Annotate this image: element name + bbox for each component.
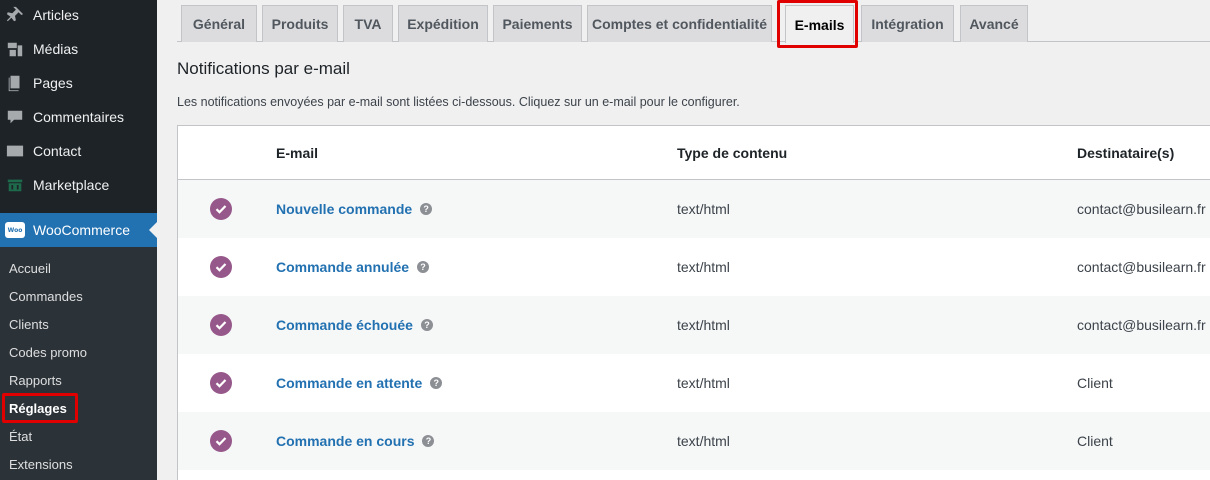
tab-produits[interactable]: Produits [262, 5, 338, 42]
menu-label: Contact [33, 143, 82, 159]
submenu-item-codes-promo[interactable]: Codes promo [9, 345, 87, 360]
media-icon [5, 39, 25, 59]
menu-item-marketplace[interactable]: Marketplace [0, 168, 157, 202]
submenu-item-extensions[interactable]: Extensions [9, 457, 73, 472]
content-type-cell: text/html [677, 201, 730, 217]
marketplace-icon [5, 175, 25, 195]
submenu-item-etat[interactable]: État [9, 429, 32, 444]
page-description: Les notifications envoyées par e-mail so… [177, 95, 740, 109]
content-type-cell: text/html [677, 317, 730, 333]
email-link[interactable]: Commande en cours? [276, 433, 435, 449]
table-header: E-mail Type de contenu Destinataire(s) [178, 126, 1210, 180]
page-title: Notifications par e-mail [177, 59, 350, 78]
submenu-item-clients[interactable]: Clients [9, 317, 49, 332]
menu-item-medias[interactable]: Médias [0, 32, 157, 66]
enabled-check-icon [210, 430, 232, 452]
table-row[interactable]: Nouvelle commande? text/html contact@bus… [178, 180, 1210, 238]
column-header-email: E-mail [276, 145, 319, 161]
recipient-cell: contact@busilearn.fr [1077, 201, 1206, 217]
recipient-cell: contact@busilearn.fr [1077, 317, 1206, 333]
woocommerce-submenu: Accueil Commandes Clients Codes promo Ra… [0, 247, 157, 480]
submenu-item-accueil[interactable]: Accueil [9, 261, 51, 276]
submenu-item-commandes[interactable]: Commandes [9, 289, 83, 304]
column-header-content-type: Type de contenu [677, 145, 788, 161]
menu-label: Commentaires [33, 109, 125, 125]
menu-label: WooCommerce [33, 222, 130, 238]
recipient-cell: contact@busilearn.fr [1077, 259, 1206, 275]
menu-item-articles[interactable]: Articles [0, 0, 157, 32]
table-row[interactable]: Commande en cours? text/html Client [178, 412, 1210, 470]
mail-icon [5, 141, 25, 161]
help-icon[interactable]: ? [420, 203, 433, 215]
recipient-cell: Client [1077, 375, 1113, 391]
pages-icon [5, 73, 25, 93]
enabled-check-icon [210, 198, 232, 220]
content-type-cell: text/html [677, 375, 730, 391]
table-row[interactable]: Commande annulée? text/html contact@busi… [178, 238, 1210, 296]
email-notifications-table: E-mail Type de contenu Destinataire(s) N… [177, 125, 1210, 480]
help-icon[interactable]: ? [417, 261, 430, 273]
menu-label: Médias [33, 41, 79, 57]
email-link[interactable]: Commande échouée? [276, 317, 433, 333]
pin-icon [5, 5, 25, 25]
comment-icon [5, 107, 25, 127]
woocommerce-icon: Woo [5, 222, 25, 238]
tab-paiements[interactable]: Paiements [493, 5, 582, 42]
help-icon[interactable]: ? [422, 435, 435, 447]
help-icon[interactable]: ? [430, 377, 443, 389]
content-type-cell: text/html [677, 259, 730, 275]
table-row[interactable]: Commande échouée? text/html contact@busi… [178, 296, 1210, 354]
column-header-recipients: Destinataire(s) [1077, 145, 1175, 161]
email-name: Commande en attente [276, 375, 423, 391]
content-type-cell: text/html [677, 433, 730, 449]
tab-comptes-confidentialite[interactable]: Comptes et confidentialité [587, 5, 772, 42]
tab-expedition[interactable]: Expédition [398, 5, 488, 42]
help-icon[interactable]: ? [420, 319, 433, 331]
tab-tva[interactable]: TVA [343, 5, 393, 42]
email-name: Commande échouée [276, 317, 413, 333]
recipient-cell: Client [1077, 433, 1113, 449]
menu-item-pages[interactable]: Pages [0, 66, 157, 100]
email-name: Commande annulée [276, 259, 410, 275]
email-link[interactable]: Nouvelle commande? [276, 201, 433, 217]
email-link[interactable]: Commande annulée? [276, 259, 430, 275]
email-name: Nouvelle commande [276, 201, 413, 217]
menu-item-contact[interactable]: Contact [0, 134, 157, 168]
email-link[interactable]: Commande en attente? [276, 375, 443, 391]
menu-label: Marketplace [33, 177, 110, 193]
menu-label: Pages [33, 75, 73, 91]
highlight-box-emails [777, 0, 858, 48]
tab-general[interactable]: Général [181, 5, 257, 42]
enabled-check-icon [210, 372, 232, 394]
enabled-check-icon [210, 314, 232, 336]
email-name: Commande en cours [276, 433, 415, 449]
enabled-check-icon [210, 256, 232, 278]
menu-item-woocommerce[interactable]: Woo WooCommerce [0, 213, 157, 247]
submenu-item-rapports[interactable]: Rapports [9, 373, 62, 388]
admin-sidebar: Articles Médias Pages Commentaires Conta… [0, 0, 157, 480]
tab-avance[interactable]: Avancé [960, 5, 1028, 42]
highlight-box-reglages [2, 393, 78, 423]
tab-integration[interactable]: Intégration [861, 5, 954, 42]
table-row[interactable]: Commande en attente? text/html Client [178, 354, 1210, 412]
menu-item-commentaires[interactable]: Commentaires [0, 100, 157, 134]
menu-label: Articles [33, 7, 79, 23]
